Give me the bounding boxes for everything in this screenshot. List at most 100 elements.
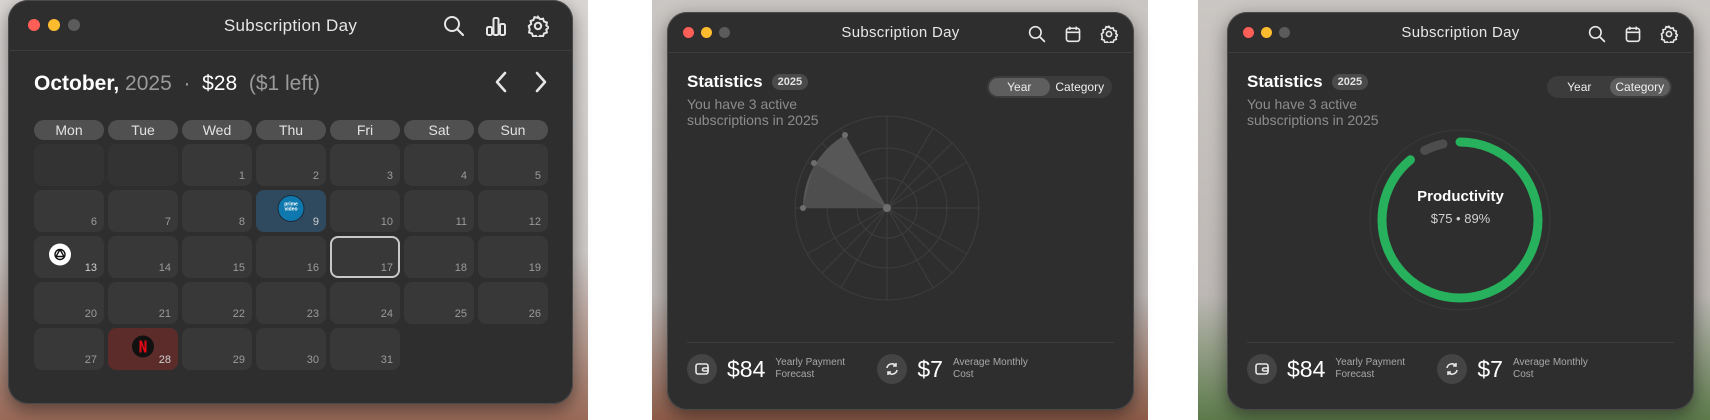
yearly-label: Yearly Payment Forecast	[1335, 357, 1406, 380]
toolbar	[442, 14, 550, 38]
day-number: 9	[312, 216, 319, 228]
gear-icon[interactable]	[1097, 22, 1121, 46]
day-cell[interactable]: 4	[404, 144, 474, 186]
tab-year[interactable]: Year	[989, 78, 1050, 96]
month-header: October, 2025 · $28 ($1 left)	[34, 72, 321, 95]
day-cell[interactable]: 1	[182, 144, 252, 186]
day-cell[interactable]: 18	[404, 236, 474, 278]
day-number: 15	[232, 262, 245, 274]
day-cell[interactable]: 11	[404, 190, 474, 232]
toolbar	[1025, 22, 1121, 46]
wallet-icon	[1247, 354, 1277, 384]
tab-category[interactable]: Category	[1609, 78, 1670, 96]
prime-video-icon: prime video	[277, 195, 305, 228]
day-cell[interactable]: 31	[330, 328, 400, 370]
day-number: 11	[455, 216, 467, 228]
toolbar	[1585, 22, 1681, 46]
day-number: 5	[534, 170, 541, 182]
day-cell[interactable]: 12	[478, 190, 548, 232]
day-cell[interactable]: 7	[108, 190, 178, 232]
prime-video-logo-text: prime video	[284, 201, 298, 213]
day-number: 28	[158, 354, 171, 366]
day-cell[interactable]: 13	[34, 236, 104, 278]
weekday-label: Mon	[34, 120, 104, 140]
day-cell[interactable]: 26	[478, 282, 548, 324]
day-cell[interactable]: 28	[108, 328, 178, 370]
day-cell[interactable]: 20	[34, 282, 104, 324]
day-cell[interactable]: 21	[108, 282, 178, 324]
day-number: 18	[454, 262, 467, 274]
next-month-button[interactable]	[530, 68, 552, 96]
stats-footer: $84 Yearly Payment Forecast $7 Average M…	[687, 354, 1114, 384]
day-number: 16	[306, 262, 319, 274]
gear-icon[interactable]	[526, 14, 550, 38]
day-cell[interactable]: 3	[330, 144, 400, 186]
previous-month-button[interactable]	[490, 68, 512, 96]
calendar-icon[interactable]	[1061, 22, 1085, 46]
weekday-label: Tue	[108, 120, 178, 140]
day-number: 17	[380, 262, 393, 274]
day-cell[interactable]: 5	[478, 144, 548, 186]
search-icon[interactable]	[1025, 22, 1049, 46]
day-number: 2	[312, 170, 319, 182]
day-cell[interactable]: 30	[256, 328, 326, 370]
view-segmented-control: Year Category	[987, 76, 1112, 98]
day-number: 20	[84, 308, 97, 320]
polar-center-dot	[883, 204, 891, 212]
search-icon[interactable]	[1585, 22, 1609, 46]
polar-chart	[794, 115, 980, 301]
title-separator	[8, 50, 573, 51]
day-number: 24	[380, 308, 393, 320]
search-icon[interactable]	[442, 14, 466, 38]
day-cell[interactable]: 22	[182, 282, 252, 324]
monthly-value: $7	[917, 355, 943, 382]
day-cell[interactable]: 27	[34, 328, 104, 370]
year-badge: 2025	[771, 74, 809, 90]
month-total: $28	[202, 72, 238, 95]
day-number: 10	[380, 216, 393, 228]
day-cell-today[interactable]: 17	[330, 236, 400, 278]
gear-icon[interactable]	[1657, 22, 1681, 46]
day-cell[interactable]: 8	[182, 190, 252, 232]
day-cell[interactable]: 15	[182, 236, 252, 278]
calendar-icon[interactable]	[1621, 22, 1645, 46]
statistics-category-window: Subscription Day Statistics 2025 You hav…	[1227, 12, 1694, 410]
footer-separator	[687, 342, 1114, 343]
category-value: $75 • 89%	[1430, 211, 1491, 226]
tab-year[interactable]: Year	[1549, 78, 1610, 96]
monthly-average: $7 Average Monthly Cost	[1437, 354, 1593, 384]
polar-point	[811, 160, 817, 166]
day-number: 1	[238, 170, 245, 182]
day-number: 19	[528, 262, 541, 274]
day-number: 14	[158, 262, 171, 274]
tab-category[interactable]: Category	[1050, 78, 1111, 96]
weekday-header: Mon Tue Wed Thu Fri Sat Sun	[34, 120, 548, 140]
statistics-title: Statistics	[1247, 72, 1323, 91]
day-cell[interactable]: 29	[182, 328, 252, 370]
monthly-average: $7 Average Monthly Cost	[877, 354, 1033, 384]
day-cell[interactable]: 19	[478, 236, 548, 278]
day-cell[interactable]: 23	[256, 282, 326, 324]
day-cell[interactable]: 24	[330, 282, 400, 324]
day-cell[interactable]: 25	[404, 282, 474, 324]
day-cell[interactable]: prime video 9	[256, 190, 326, 232]
yearly-value: $84	[1287, 355, 1326, 382]
day-cell[interactable]: 16	[256, 236, 326, 278]
month-name: October	[34, 72, 114, 95]
day-number: 27	[84, 354, 97, 366]
day-cell[interactable]: 6	[34, 190, 104, 232]
day-cell[interactable]: 10	[330, 190, 400, 232]
day-number: 26	[528, 308, 541, 320]
statistics-heading: Statistics 2025	[687, 72, 809, 92]
statistics-subtitle: You have 3 active subscriptions in 2025	[1247, 96, 1379, 128]
year-label: 2025	[125, 72, 172, 95]
day-number: 8	[238, 216, 245, 228]
polar-point	[842, 132, 848, 138]
day-number: 29	[232, 354, 245, 366]
day-cell[interactable]: 14	[108, 236, 178, 278]
day-cell[interactable]: 2	[256, 144, 326, 186]
category-name: Productivity	[1417, 188, 1504, 205]
day-number: 31	[380, 354, 393, 366]
chart-icon[interactable]	[484, 14, 508, 38]
weekday-label: Thu	[256, 120, 326, 140]
